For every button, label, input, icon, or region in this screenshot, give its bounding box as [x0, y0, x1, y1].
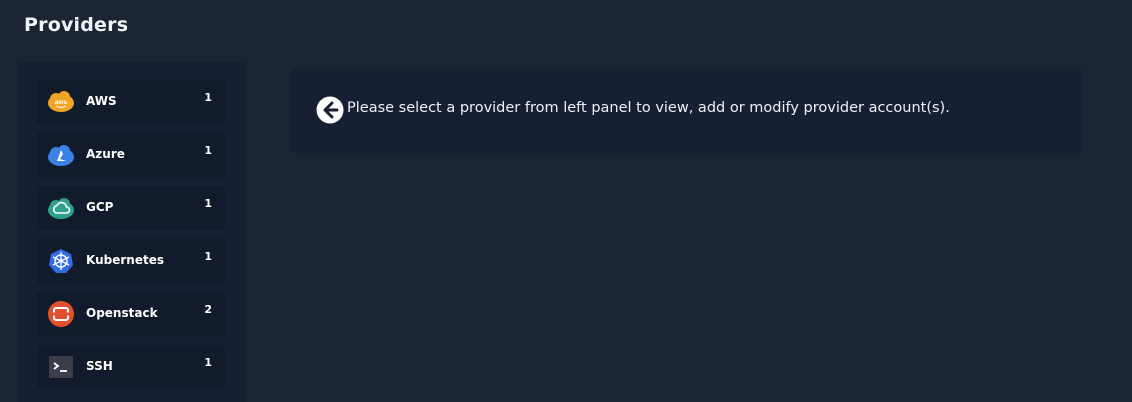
- provider-count-badge: 1: [204, 144, 212, 157]
- provider-count-badge: 1: [204, 250, 212, 263]
- provider-name: Azure: [86, 147, 125, 161]
- svg-text:aws: aws: [55, 99, 68, 106]
- terminal-icon: [47, 353, 75, 381]
- provider-item-openstack[interactable]: Openstack 2: [37, 292, 225, 336]
- provider-list-panel: aws AWS 1 Azure 1 GCP 1 Kubernetes 1 Ope…: [19, 62, 246, 402]
- provider-name: GCP: [86, 200, 114, 214]
- provider-name: Kubernetes: [86, 253, 164, 267]
- aws-icon: aws: [47, 88, 75, 116]
- provider-item-gcp[interactable]: GCP 1: [37, 186, 225, 230]
- provider-count-badge: 1: [204, 356, 212, 369]
- provider-item-aws[interactable]: aws AWS 1: [37, 80, 225, 124]
- provider-name: SSH: [86, 359, 113, 373]
- gcp-icon: [47, 194, 75, 222]
- azure-icon: [47, 141, 75, 169]
- provider-count-badge: 1: [204, 91, 212, 104]
- arrow-left-circle-icon: [316, 96, 344, 124]
- openstack-icon: [47, 300, 75, 328]
- provider-count-badge: 2: [204, 303, 212, 316]
- kubernetes-icon: [47, 247, 75, 275]
- provider-count-badge: 1: [204, 197, 212, 210]
- provider-name: AWS: [86, 94, 117, 108]
- provider-name: Openstack: [86, 306, 158, 320]
- provider-item-ssh[interactable]: SSH 1: [37, 345, 225, 389]
- page-title: Providers: [24, 14, 129, 36]
- empty-state-message: Please select a provider from left panel…: [347, 100, 950, 116]
- empty-state-message-card: Please select a provider from left panel…: [291, 68, 1082, 153]
- provider-item-kubernetes[interactable]: Kubernetes 1: [37, 239, 225, 283]
- provider-item-azure[interactable]: Azure 1: [37, 133, 225, 177]
